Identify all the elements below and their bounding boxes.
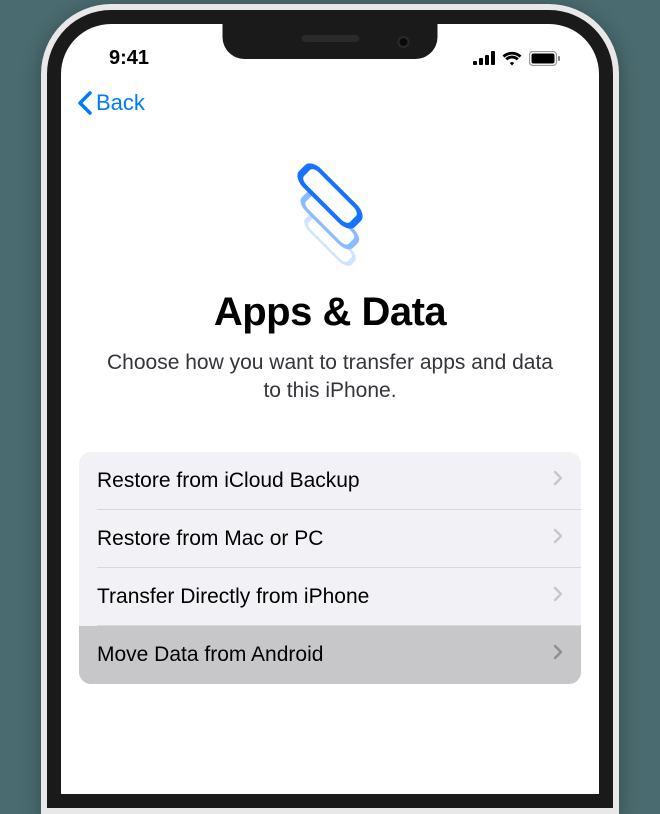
page-subtitle: Choose how you want to transfer apps and…: [96, 349, 564, 406]
hero-icon-area: [61, 124, 599, 290]
chevron-right-icon: [553, 528, 563, 549]
option-label: Transfer Directly from iPhone: [97, 585, 369, 609]
notch-speaker-icon: [301, 35, 359, 42]
chevron-right-icon: [553, 644, 563, 665]
status-icons: [473, 51, 561, 66]
back-button[interactable]: Back: [77, 90, 145, 116]
cellular-signal-icon: [473, 51, 495, 65]
chevron-right-icon: [553, 470, 563, 491]
status-time: 9:41: [109, 47, 149, 70]
app-stack-icon: [275, 156, 385, 266]
option-restore-icloud[interactable]: Restore from iCloud Backup: [79, 452, 581, 510]
options-list: Restore from iCloud Backup Restore from …: [79, 452, 581, 684]
back-label: Back: [96, 90, 145, 116]
option-restore-macpc[interactable]: Restore from Mac or PC: [79, 510, 581, 568]
phone-notch: [223, 24, 438, 59]
phone-screen: 9:41: [61, 24, 599, 794]
option-transfer-iphone[interactable]: Transfer Directly from iPhone: [79, 568, 581, 626]
title-area: Apps & Data Choose how you want to trans…: [61, 290, 599, 406]
chevron-right-icon: [553, 586, 563, 607]
nav-bar: Back: [61, 76, 599, 124]
phone-device-frame: 9:41: [41, 4, 619, 814]
option-label: Move Data from Android: [97, 643, 323, 667]
phone-bezel: 9:41: [47, 10, 613, 808]
option-label: Restore from iCloud Backup: [97, 469, 360, 493]
wifi-icon: [502, 51, 522, 66]
notch-camera-icon: [398, 36, 410, 48]
page-title: Apps & Data: [96, 290, 564, 335]
option-move-android[interactable]: Move Data from Android: [79, 626, 581, 684]
option-label: Restore from Mac or PC: [97, 527, 323, 551]
battery-icon: [529, 51, 561, 66]
chevron-left-icon: [77, 91, 92, 115]
